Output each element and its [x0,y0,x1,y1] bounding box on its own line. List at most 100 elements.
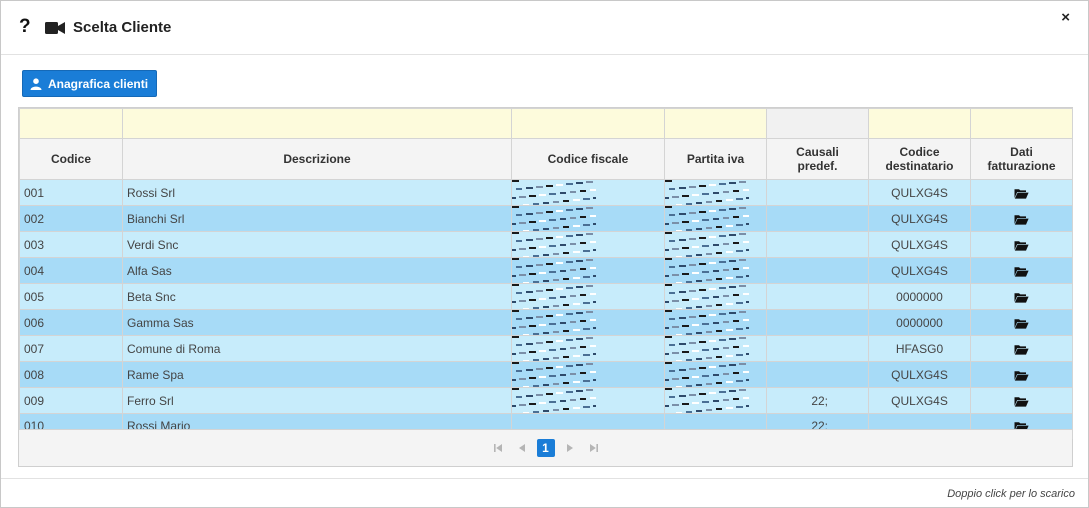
filter-causali [766,108,869,139]
video-camera-icon[interactable] [45,22,65,34]
dati-fatturazione-button[interactable] [970,335,1073,362]
dati-fatturazione-button[interactable] [970,179,1073,206]
cell-codice-fiscale-redacted [511,205,665,232]
cell-codice-fiscale-redacted [511,231,665,258]
cell-partita-iva-redacted [664,387,767,414]
cell-destinatario: QULXG4S [868,231,971,258]
cell-destinatario: HFASG0 [868,335,971,362]
client-selection-dialog: ? Scelta Cliente × Anagrafica clienti Co… [0,0,1089,508]
folder-open-icon[interactable] [1014,316,1029,330]
dati-fatturazione-button[interactable] [970,231,1073,258]
cell-causali [766,309,869,336]
cell-codice-fiscale-redacted [511,361,665,388]
cell-destinatario: QULXG4S [868,387,971,414]
help-icon[interactable]: ? [19,16,31,38]
cell-causali: 22; [766,387,869,414]
cell-causali [766,361,869,388]
cell-causali [766,335,869,362]
cell-descrizione: Gamma Sas [122,309,512,336]
cell-codice: 008 [19,361,123,388]
cell-destinatario: QULXG4S [868,179,971,206]
cell-causali [766,283,869,310]
cell-codice-fiscale-redacted [511,335,665,362]
dati-fatturazione-button[interactable] [970,283,1073,310]
table-row[interactable]: 008 Rame Spa QULXG4S [19,361,1073,388]
table-row[interactable]: 004 Alfa Sas QULXG4S [19,257,1073,284]
cell-destinatario: 0000000 [868,309,971,336]
cell-codice-fiscale-redacted [511,387,665,414]
column-header-destinatario[interactable]: Codice destinatario [868,138,971,180]
prev-page-icon[interactable] [510,439,534,457]
filter-codice-fiscale[interactable] [511,108,665,139]
folder-open-icon[interactable] [1014,394,1029,408]
cell-codice: 002 [19,205,123,232]
close-icon[interactable]: × [1061,10,1070,26]
folder-open-icon[interactable] [1014,186,1029,200]
cell-partita-iva-redacted [664,335,767,362]
cell-partita-iva-redacted [664,309,767,336]
table-row[interactable]: 003 Verdi Snc QULXG4S [19,231,1073,258]
folder-open-icon[interactable] [1014,264,1029,278]
pagination: 1 [19,429,1072,466]
folder-open-icon[interactable] [1014,238,1029,252]
cell-descrizione: Beta Snc [122,283,512,310]
filter-descrizione[interactable] [122,108,512,139]
cell-partita-iva-redacted [664,283,767,310]
dati-fatturazione-button[interactable] [970,387,1073,414]
cell-destinatario: QULXG4S [868,361,971,388]
dialog-title: Scelta Cliente [73,19,172,36]
cell-causali [766,205,869,232]
cell-causali [766,257,869,284]
cell-descrizione: Alfa Sas [122,257,512,284]
cell-destinatario: QULXG4S [868,257,971,284]
table-row[interactable]: 001 Rossi Srl QULXG4S [19,179,1073,206]
cell-partita-iva-redacted [664,179,767,206]
cell-causali [766,179,869,206]
first-page-icon[interactable] [486,439,510,457]
table-row[interactable]: 006 Gamma Sas 0000000 [19,309,1073,336]
clients-table: Codice Descrizione Codice fiscale Partit… [19,108,1073,439]
cell-codice: 005 [19,283,123,310]
dati-fatturazione-button[interactable] [970,309,1073,336]
dialog-header: ? Scelta Cliente × [1,1,1088,55]
column-header-descrizione[interactable]: Descrizione [122,138,512,180]
cell-causali [766,231,869,258]
table-row[interactable]: 005 Beta Snc 0000000 [19,283,1073,310]
filter-dati-fatturazione[interactable] [970,108,1073,139]
cell-codice-fiscale-redacted [511,283,665,310]
user-icon [30,77,42,90]
column-header-dati-fatturazione[interactable]: Dati fatturazione [970,138,1073,180]
cell-codice: 001 [19,179,123,206]
cell-descrizione: Bianchi Srl [122,205,512,232]
header-row: Codice Descrizione Codice fiscale Partit… [19,138,1073,180]
column-header-causali[interactable]: Causali predef. [766,138,869,180]
cell-codice: 006 [19,309,123,336]
filter-partita-iva[interactable] [664,108,767,139]
dialog-footer: Doppio click per lo scarico [1,478,1088,508]
page-number-current[interactable]: 1 [536,439,555,457]
filter-destinatario[interactable] [868,108,971,139]
footer-hint: Doppio click per lo scarico [947,488,1075,500]
anagrafica-clienti-button[interactable]: Anagrafica clienti [22,70,157,97]
last-page-icon[interactable] [582,439,606,457]
next-page-icon[interactable] [558,439,582,457]
table-row[interactable]: 009 Ferro Srl 22; QULXG4S [19,387,1073,414]
clients-grid: Codice Descrizione Codice fiscale Partit… [18,107,1073,467]
table-row[interactable]: 007 Comune di Roma HFASG0 [19,335,1073,362]
table-row[interactable]: 002 Bianchi Srl QULXG4S [19,205,1073,232]
folder-open-icon[interactable] [1014,342,1029,356]
cell-codice: 003 [19,231,123,258]
column-header-codice[interactable]: Codice [19,138,123,180]
cell-destinatario: 0000000 [868,283,971,310]
cell-codice: 009 [19,387,123,414]
folder-open-icon[interactable] [1014,290,1029,304]
column-header-codice-fiscale[interactable]: Codice fiscale [511,138,665,180]
folder-open-icon[interactable] [1014,368,1029,382]
dati-fatturazione-button[interactable] [970,257,1073,284]
column-header-partita-iva[interactable]: Partita iva [664,138,767,180]
dati-fatturazione-button[interactable] [970,361,1073,388]
folder-open-icon[interactable] [1014,212,1029,226]
dati-fatturazione-button[interactable] [970,205,1073,232]
filter-codice[interactable] [19,108,123,139]
table-body: 001 Rossi Srl QULXG4S 002 Bianchi Srl QULXG4S… [19,179,1073,439]
